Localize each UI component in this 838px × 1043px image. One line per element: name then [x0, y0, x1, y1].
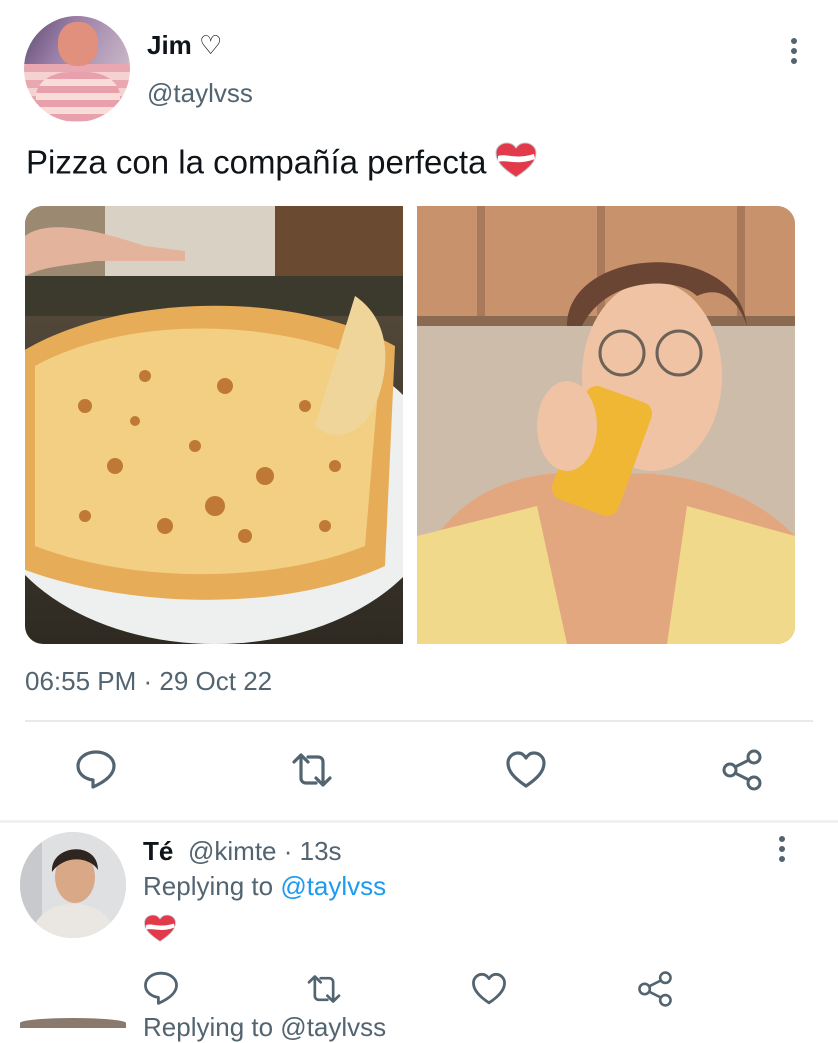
share-button[interactable]	[720, 748, 764, 792]
comment-icon	[76, 750, 116, 789]
next-avatar-partial	[20, 1018, 126, 1028]
share-icon	[722, 749, 762, 791]
reply-handle-and-time[interactable]: @kimte · 13s	[188, 836, 342, 867]
heart-icon	[472, 972, 506, 1005]
retweet-icon	[307, 975, 341, 1003]
reply-like-button[interactable]	[470, 970, 508, 1008]
reply-retweet-button[interactable]	[304, 970, 344, 1008]
author-avatar[interactable]	[24, 16, 130, 122]
tweet-image-pizza[interactable]	[25, 206, 403, 644]
share-icon	[638, 971, 672, 1007]
author-handle[interactable]: @taylvss	[147, 78, 253, 109]
section-divider	[0, 820, 838, 823]
author-display-name[interactable]: Jim ♡	[147, 30, 222, 61]
next-replying-to-partial: Replying to @taylvss	[143, 1012, 387, 1042]
tweet-timestamp[interactable]: 06:55 PM · 29 Oct 22	[25, 666, 272, 697]
more-options-icon[interactable]	[784, 36, 804, 66]
tweet-image-person[interactable]	[417, 206, 795, 644]
divider	[25, 720, 813, 722]
reply-more-options-icon[interactable]	[772, 834, 792, 864]
replying-to-link[interactable]: @taylvss	[280, 871, 386, 901]
like-button[interactable]	[504, 748, 548, 792]
retweet-icon	[292, 753, 332, 787]
replying-to-line: Replying to @taylvss	[143, 871, 386, 902]
tweet-text: Pizza con la compañía perfecta	[26, 142, 538, 188]
reply-reply-button[interactable]	[142, 968, 180, 1006]
heart-icon	[506, 751, 546, 788]
replying-to-prefix: Replying to	[143, 871, 281, 901]
comment-icon	[144, 971, 178, 1005]
heart-emoji-icon	[494, 142, 538, 188]
reply-author-name[interactable]: Té	[143, 836, 173, 867]
reply-heart-emoji-icon	[143, 914, 177, 949]
reply-button[interactable]	[74, 746, 118, 790]
tweet-text-content: Pizza con la compañía perfecta	[26, 143, 487, 181]
reply-share-button[interactable]	[636, 970, 674, 1008]
reply-author-avatar[interactable]	[20, 832, 126, 938]
retweet-button[interactable]	[288, 748, 332, 792]
